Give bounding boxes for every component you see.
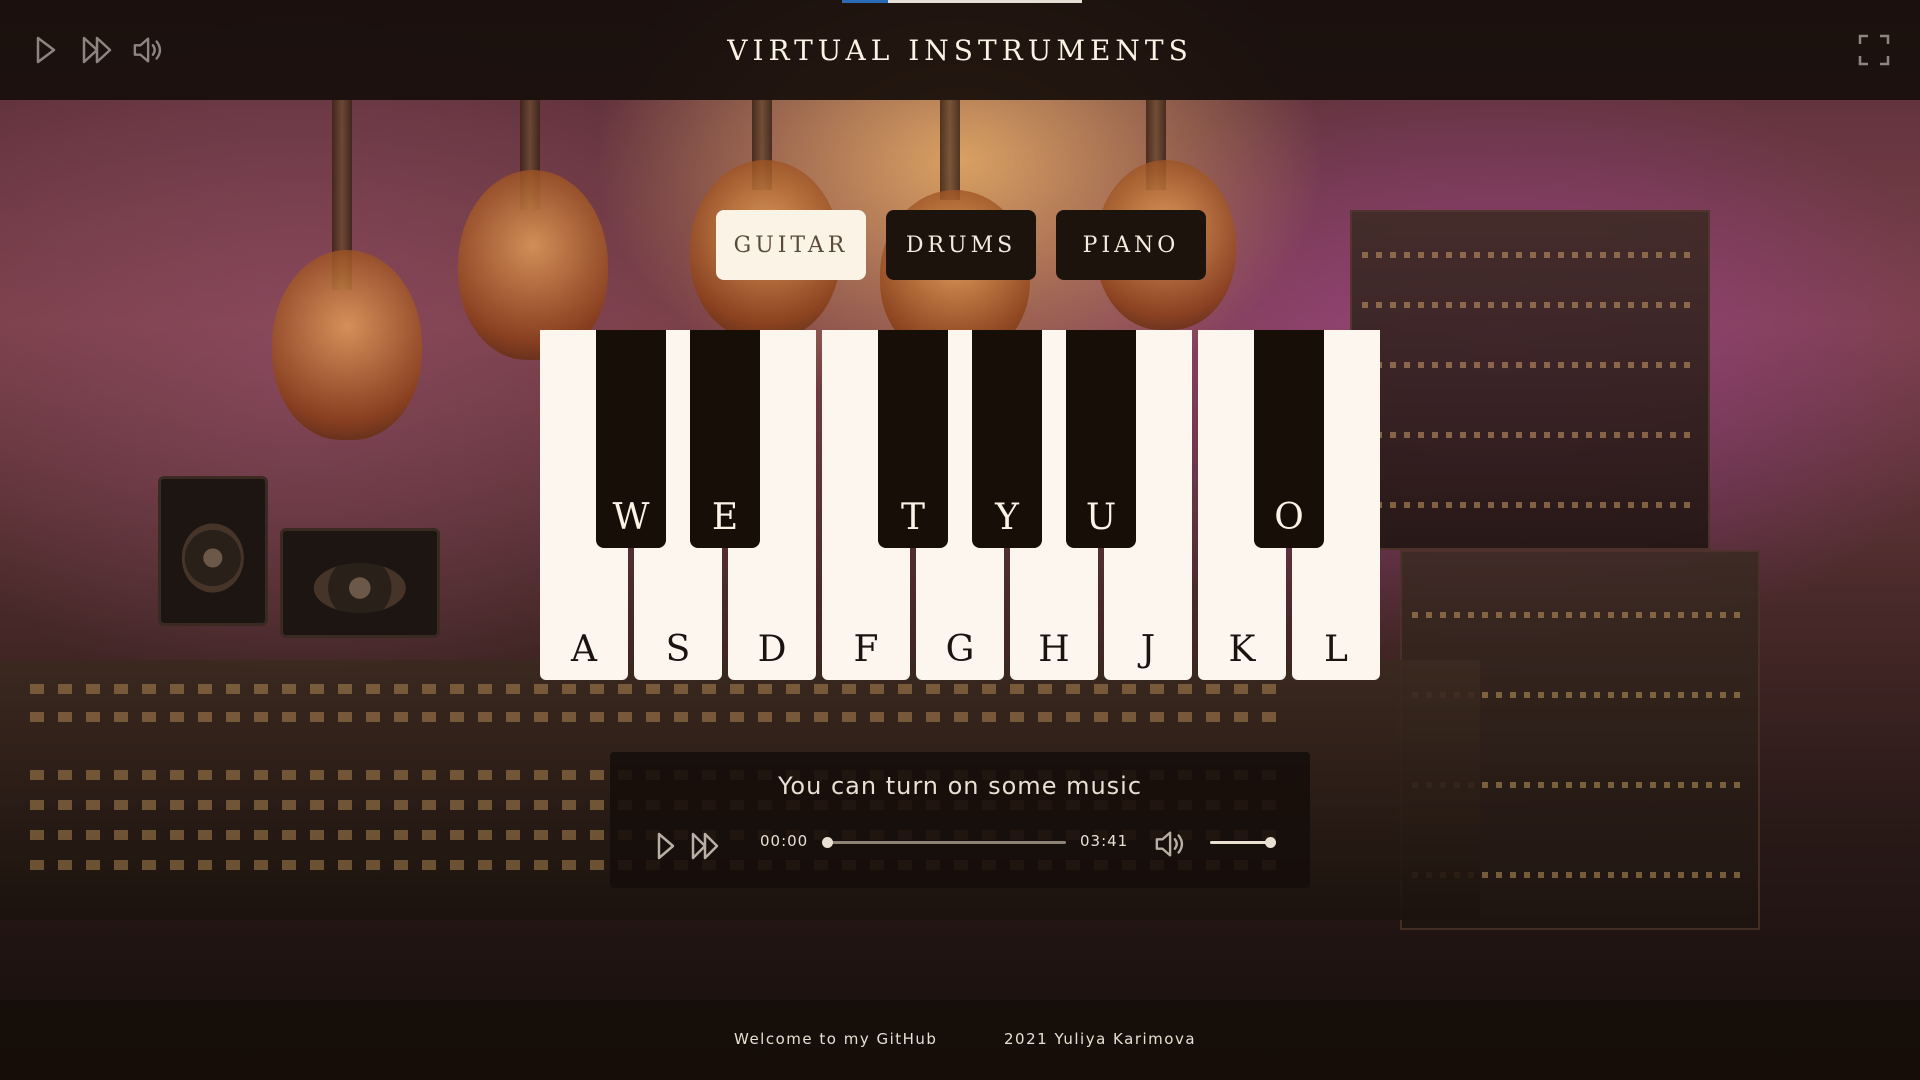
key-label: F	[853, 629, 879, 670]
piano-key-w[interactable]: W	[596, 330, 666, 548]
current-time: 00:00	[760, 832, 809, 850]
play-icon[interactable]	[648, 826, 684, 866]
piano-keyboard: A S D F G H J K L W E T Y U O	[540, 330, 1380, 680]
key-label: S	[665, 629, 691, 670]
duration: 03:41	[1080, 832, 1129, 850]
player-message: You can turn on some music	[777, 772, 1143, 800]
progress-thumb[interactable]	[822, 837, 833, 848]
page-title: VIRTUAL INSTRUMENTS	[727, 33, 1193, 67]
piano-key-u[interactable]: U	[1066, 330, 1136, 548]
volume-icon[interactable]	[1154, 824, 1190, 864]
key-label: O	[1274, 497, 1304, 538]
key-label: L	[1324, 629, 1348, 670]
key-label: W	[612, 497, 650, 538]
audio-player: You can turn on some music 00:00 03:41	[610, 752, 1310, 888]
piano-key-o[interactable]: O	[1254, 330, 1324, 548]
github-link[interactable]: Welcome to my GitHub	[734, 1030, 937, 1048]
key-label: T	[900, 497, 925, 538]
key-label: U	[1085, 497, 1117, 538]
key-label: A	[571, 629, 597, 670]
key-label: D	[757, 629, 787, 670]
progress-bar[interactable]	[826, 841, 1066, 844]
tab-guitar[interactable]: GUITAR	[716, 210, 866, 280]
volume-icon[interactable]	[132, 30, 168, 70]
rack-equipment	[1350, 210, 1710, 550]
volume-thumb[interactable]	[1265, 837, 1277, 848]
tab-piano[interactable]: PIANO	[1056, 210, 1206, 280]
guitar-image	[272, 250, 422, 440]
loading-indicator	[842, 0, 1082, 3]
piano-key-y[interactable]: Y	[972, 330, 1042, 548]
key-label: J	[1140, 629, 1156, 670]
fast-forward-icon[interactable]	[688, 826, 724, 866]
key-label: E	[711, 497, 739, 538]
instrument-tabs: GUITAR DRUMS PIANO	[716, 210, 1206, 280]
fullscreen-icon[interactable]	[1856, 30, 1892, 70]
key-label: K	[1228, 629, 1256, 670]
copyright-text: 2021 Yuliya Karimova	[1004, 1030, 1197, 1048]
fast-forward-icon[interactable]	[80, 30, 116, 70]
footer: Welcome to my GitHub 2021 Yuliya Karimov…	[0, 1000, 1920, 1080]
piano-key-t[interactable]: T	[878, 330, 948, 548]
play-icon[interactable]	[28, 30, 64, 70]
key-label: Y	[995, 497, 1019, 538]
header-bar: VIRTUAL INSTRUMENTS	[0, 0, 1920, 100]
header-controls	[28, 30, 168, 70]
player-controls: 00:00 03:41	[648, 822, 1278, 862]
guitar-neck	[940, 100, 960, 200]
tab-drums[interactable]: DRUMS	[886, 210, 1036, 280]
speaker-image	[280, 528, 440, 638]
piano-key-e[interactable]: E	[690, 330, 760, 548]
speaker-image	[158, 476, 268, 626]
key-label: H	[1038, 629, 1070, 670]
key-label: G	[945, 629, 975, 670]
